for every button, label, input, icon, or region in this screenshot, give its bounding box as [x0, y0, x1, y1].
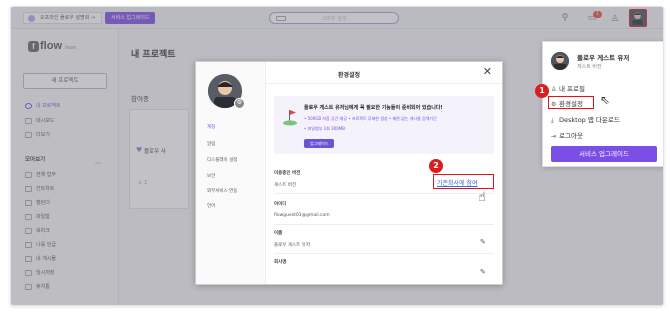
field-label-version: 이용중인 버전	[274, 171, 301, 176]
divider	[274, 224, 494, 225]
click-cursor-icon: ⇖	[600, 93, 611, 107]
divider	[274, 253, 494, 254]
menu-item-logout[interactable]: ⇥ 로그아웃	[551, 130, 583, 140]
app-window: 오프라인 플로우 설명회 → 서비스 업그레이드 스마트 검색 ⚲ ▭ 1 ◬ f…	[10, 6, 664, 306]
field-label-name: 이름	[274, 231, 283, 236]
dropdown-user-plan: 게스트 버전	[577, 64, 602, 70]
field-label-company: 회사명	[274, 260, 287, 265]
user-icon: ♙	[551, 86, 557, 93]
field-value-version: 게스트 버전	[274, 183, 297, 188]
settings-sidebar: ⚙ 계정 알림 디스플레이 설정 보안 외부서비스 연동 언어	[196, 62, 266, 284]
settings-tab-integrations[interactable]: 외부서비스 연동	[207, 188, 237, 194]
join-company-highlight: 기존회사에 참여	[433, 174, 494, 189]
menu-item-settings[interactable]: ⚙ 환경설정	[551, 98, 583, 108]
gear-icon: ⚙	[551, 101, 557, 108]
promo-title: 플로우 게스트 유저님에게 꼭 필요한 기능들이 준비되어 있습니다!	[304, 105, 443, 111]
menu-item-label: 내 프로필	[559, 85, 585, 93]
field-value-name: 플로우 게스트 유저	[274, 243, 310, 248]
modal-title: 환경설정	[337, 72, 361, 79]
menu-item-label: 로그아웃	[559, 132, 583, 140]
settings-modal: ⚙ 계정 알림 디스플레이 설정 보안 외부서비스 연동 언어 환경설정 ✕ 플…	[195, 61, 503, 285]
promo-features-line1: • 500GB 저장 공간 제공 • 프로젝트 무제한 생성 • 제한 없는 게…	[304, 116, 437, 121]
upgrade-promo-banner: 플로우 게스트 유저님에게 꼭 필요한 기능들이 준비되어 있습니다! • 50…	[274, 96, 494, 154]
settings-tab-notifications[interactable]: 알림	[207, 141, 215, 147]
field-label-id: 아이디	[274, 202, 287, 207]
join-existing-company-link[interactable]: 기존회사에 참여	[437, 178, 478, 187]
dropdown-upgrade-button[interactable]: 서비스 업그레이드	[551, 146, 657, 162]
dropdown-avatar	[551, 52, 569, 70]
avatar-image	[551, 52, 569, 70]
download-icon: ⤓	[551, 117, 554, 124]
settings-tab-display[interactable]: 디스플레이 설정	[207, 157, 237, 163]
pencil-icon[interactable]: ✎	[480, 238, 486, 246]
gear-icon[interactable]: ⚙	[234, 98, 245, 109]
dropdown-user-name: 플로우 게스트 유저	[577, 54, 630, 62]
menu-item-desktop-download[interactable]: ⤓ Desktop 앱 다운로드	[551, 114, 620, 125]
menu-item-label: 환경설정	[559, 100, 583, 108]
menu-item-profile[interactable]: ♙ 내 프로필	[551, 83, 585, 93]
settings-tab-account[interactable]: 계정	[207, 124, 215, 130]
divider	[266, 83, 502, 84]
logout-icon: ⇥	[551, 133, 557, 140]
menu-item-label: Desktop 앱 다운로드	[559, 116, 620, 124]
close-icon[interactable]: ✕	[483, 65, 492, 78]
step-1-marker: 1	[535, 84, 549, 98]
field-value-id: flowguest01@gmail.com	[274, 213, 330, 218]
promo-upgrade-button[interactable]: 업그레이드	[304, 139, 335, 148]
settings-tab-security[interactable]: 보안	[207, 173, 215, 179]
pencil-icon[interactable]: ✎	[480, 268, 486, 276]
flag-icon	[283, 110, 297, 126]
pointer-hand-icon: ☝	[478, 190, 486, 205]
step-2-marker: 2	[429, 159, 443, 173]
settings-tab-language[interactable]: 언어	[207, 203, 215, 209]
promo-features-line2: • 파일첨부 1회 300MB	[304, 126, 345, 131]
divider	[274, 193, 494, 194]
